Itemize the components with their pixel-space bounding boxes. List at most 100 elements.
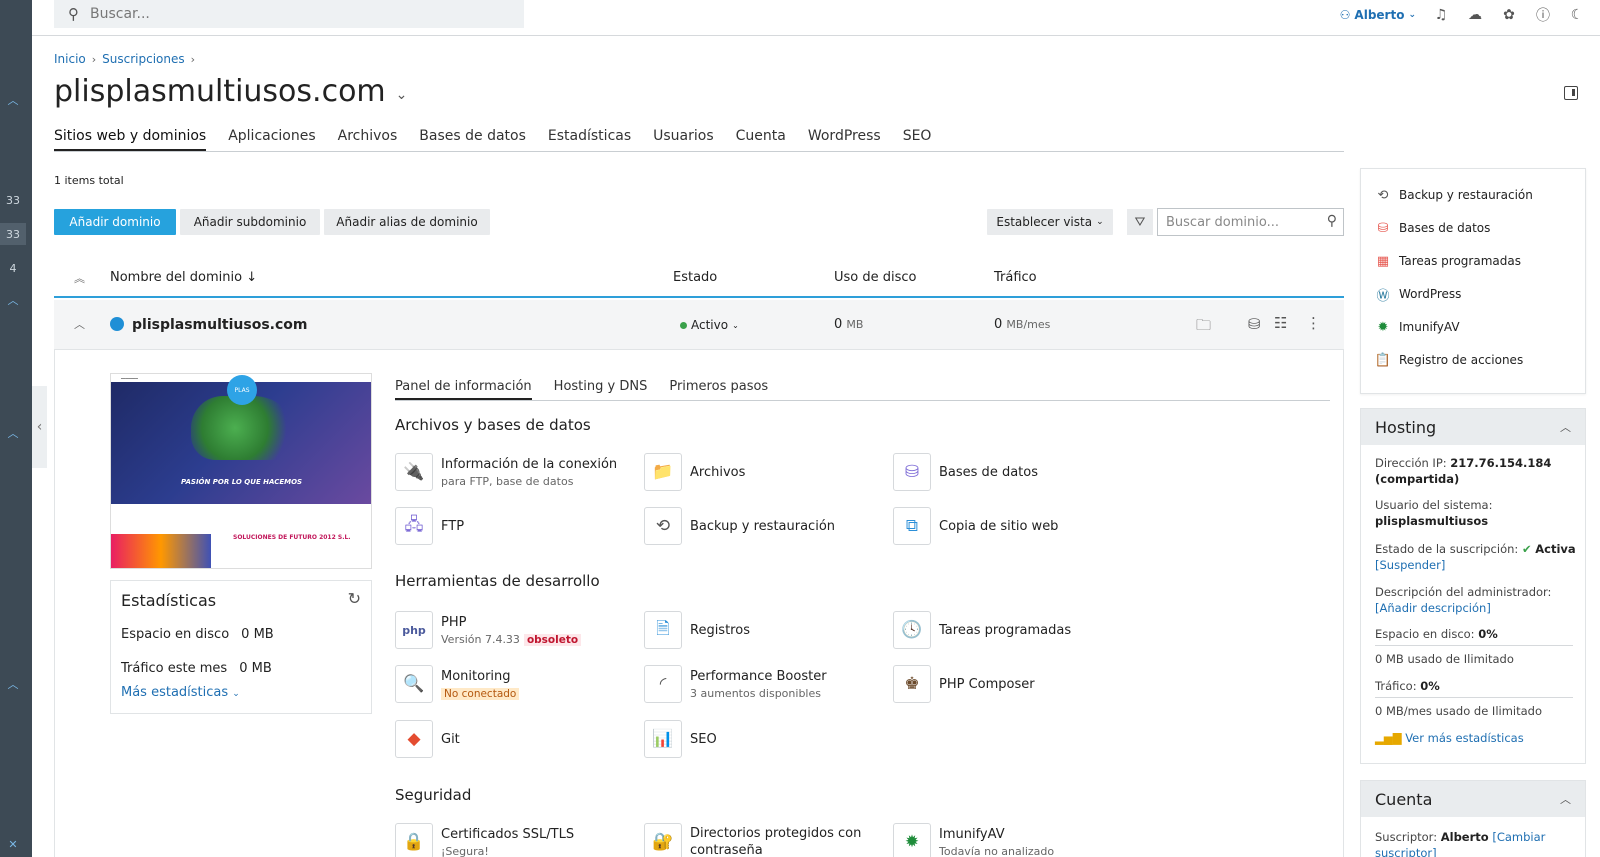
database-icon[interactable]: ⛁	[1248, 315, 1261, 333]
chevron-up-icon[interactable]: ︿	[0, 89, 26, 111]
sysuser-label: Usuario del sistema:	[1375, 498, 1493, 512]
collapse-sidebar-tab[interactable]: ‹	[32, 386, 47, 468]
dark-mode-icon[interactable]: ☾	[1568, 7, 1586, 23]
tab-wordpress[interactable]: WordPress	[808, 128, 881, 151]
chevron-right-icon: ›	[190, 52, 196, 66]
close-icon[interactable]: ✕	[0, 833, 26, 855]
imunifyav-tool[interactable]: ✹ ImunifyAV Todavía no analizado	[893, 823, 1054, 857]
tab-databases[interactable]: Bases de datos	[419, 128, 526, 151]
leftbar-counter[interactable]: 4	[0, 257, 26, 279]
settings-sliders-icon[interactable]: ☷	[1274, 314, 1287, 332]
copy-icon: ⧉	[893, 507, 931, 545]
column-traffic[interactable]: Tráfico	[994, 270, 1037, 285]
set-view-button[interactable]: Establecer vista ⌄	[987, 209, 1113, 235]
git-icon: ◆	[395, 720, 433, 758]
table-row: ︿ plisplasmultiusos.com Activo ⌄ 0 MB 0 …	[54, 300, 1344, 350]
cloud-icon[interactable]: ☁	[1466, 7, 1484, 23]
help-icon[interactable]: ⓘ	[1534, 5, 1552, 25]
quick-link-scheduled-tasks[interactable]: ▦ Tareas programadas	[1375, 253, 1521, 269]
chevron-up-icon[interactable]: ︿	[74, 316, 85, 332]
more-stats-label: Ver más estadísticas	[1405, 731, 1524, 745]
quick-link-backup[interactable]: ⟲ Backup y restauración	[1375, 187, 1533, 203]
global-search-input[interactable]: ⚲ Buscar...	[54, 0, 524, 28]
toggle-side-panel-icon[interactable]	[1564, 86, 1578, 100]
chevron-up-icon[interactable]: ︿	[0, 289, 26, 311]
monitoring-tool[interactable]: 🔍 Monitoring No conectado	[395, 665, 520, 705]
column-domain-name[interactable]: Nombre del dominio ↓	[110, 270, 257, 285]
protected-dirs-tool[interactable]: 🔐 Directorios protegidos con contraseña	[644, 823, 865, 857]
tool-sub: Versión 7.4.33	[441, 632, 520, 646]
hosting-ip: Dirección IP: 217.76.154.184 (compartida…	[1375, 455, 1551, 487]
performance-booster-tool[interactable]: ◜ Performance Booster 3 aumentos disponib…	[644, 665, 827, 705]
locked-folder-icon: 🔐	[644, 823, 682, 857]
scheduled-tasks-tool[interactable]: 🕓 Tareas programadas	[893, 611, 1071, 651]
refresh-icon[interactable]: ↻	[348, 589, 361, 608]
tab-info-panel[interactable]: Panel de información	[395, 379, 532, 400]
breadcrumb-home[interactable]: Inicio	[54, 52, 86, 66]
column-status[interactable]: Estado	[673, 270, 717, 285]
seo-tool[interactable]: 📊 SEO	[644, 720, 717, 760]
tool-name: Registros	[690, 622, 750, 638]
backup-tool[interactable]: ⟲ Backup y restauración	[644, 507, 835, 547]
quick-link-wordpress[interactable]: Ⓦ WordPress	[1375, 286, 1461, 304]
website-preview[interactable]: ━━━━━━━ PLAS PASIÓN POR LO QUE HACEMOS S…	[110, 373, 372, 569]
tab-applications[interactable]: Aplicaciones	[228, 128, 315, 151]
quick-link-imunifyav[interactable]: ✹ ImunifyAV	[1375, 319, 1460, 335]
leftbar-counter[interactable]: 33	[0, 189, 26, 211]
tab-websites-domains[interactable]: Sitios web y dominios	[54, 128, 207, 151]
add-description-link[interactable]: [Añadir descripción]	[1375, 601, 1491, 615]
tab-files[interactable]: Archivos	[338, 128, 398, 151]
page-title[interactable]: plisplasmultiusos.com ⌄	[54, 74, 407, 109]
stats-traffic: Tráfico este mes 0 MB	[121, 661, 272, 676]
php-composer-tool[interactable]: ♚ PHP Composer	[893, 665, 1035, 705]
notifications-icon[interactable]: ♫	[1432, 7, 1450, 23]
breadcrumb-subscriptions[interactable]: Suscripciones	[102, 52, 184, 66]
tool-sub: 3 aumentos disponibles	[690, 686, 821, 700]
extensions-icon[interactable]: ✿	[1500, 7, 1518, 23]
tab-getting-started[interactable]: Primeros pasos	[669, 379, 768, 400]
databases-tool[interactable]: ⛁ Bases de datos	[893, 453, 1038, 493]
column-disk-usage[interactable]: Uso de disco	[834, 270, 917, 285]
add-domain-button[interactable]: Añadir dominio	[54, 209, 176, 235]
quick-link-action-log[interactable]: 📋 Registro de acciones	[1375, 352, 1523, 368]
quick-link-databases[interactable]: ⛁ Bases de datos	[1375, 220, 1491, 236]
git-tool[interactable]: ◆ Git	[395, 720, 460, 760]
more-stats-link[interactable]: Más estadísticas ⌄	[121, 685, 240, 700]
user-menu[interactable]: ⚇ Alberto ⌄	[1340, 8, 1416, 22]
more-menu-icon[interactable]: ⋮	[1306, 314, 1321, 332]
ftp-tool[interactable]: 🖧 FTP	[395, 507, 464, 547]
folder-icon[interactable]: 🗀	[1196, 315, 1211, 340]
tab-account[interactable]: Cuenta	[736, 128, 786, 151]
connection-info-tool[interactable]: 🔌 Información de la conexión para FTP, ba…	[395, 453, 617, 493]
suspend-link[interactable]: [Suspender]	[1375, 558, 1445, 572]
hosting-panel-header[interactable]: Hosting ︿	[1361, 409, 1585, 445]
leftbar-counter[interactable]: 33	[0, 223, 26, 245]
tab-hosting-dns[interactable]: Hosting y DNS	[554, 379, 648, 400]
domain-search-input[interactable]: Buscar dominio... ⚲	[1157, 208, 1344, 236]
copy-site-tool[interactable]: ⧉ Copia de sitio web	[893, 507, 1058, 547]
tab-seo[interactable]: SEO	[903, 128, 932, 151]
main-tabs: Sitios web y dominios Aplicaciones Archi…	[54, 128, 1344, 152]
collapse-all-icon[interactable]: ︽	[74, 270, 85, 286]
more-stats-link[interactable]: ▂▅▇ Ver más estadísticas	[1375, 730, 1524, 746]
account-panel-header[interactable]: Cuenta ︿	[1361, 781, 1585, 817]
database-icon: ⛁	[1377, 220, 1389, 236]
domain-status[interactable]: Activo ⌄	[680, 318, 739, 332]
ssl-tool[interactable]: 🔒 Certificados SSL/TLS ¡Segura!	[395, 823, 574, 857]
php-tool[interactable]: php PHP Versión 7.4.33 obsoleto	[395, 611, 582, 651]
domain-name[interactable]: plisplasmultiusos.com	[132, 317, 307, 333]
files-tool[interactable]: 📁 Archivos	[644, 453, 745, 493]
add-domain-alias-button[interactable]: Añadir alias de dominio	[324, 209, 490, 235]
stats-disk: Espacio en disco 0 MB	[121, 627, 274, 642]
user-name: Alberto	[1354, 8, 1405, 22]
chevron-up-icon[interactable]: ︿	[0, 422, 26, 444]
tab-users[interactable]: Usuarios	[653, 128, 714, 151]
add-subdomain-button[interactable]: Añadir subdominio	[180, 209, 320, 235]
search-icon: ⚲	[68, 5, 79, 23]
logs-tool[interactable]: 🗎 Registros	[644, 611, 750, 651]
chevron-up-icon: ︿	[1560, 421, 1571, 434]
filter-icon[interactable]: ⛛	[1127, 209, 1153, 235]
chevron-up-icon[interactable]: ︿	[0, 673, 26, 695]
top-bar: ⚲ Buscar... ⚇ Alberto ⌄ ♫ ☁ ✿ ⓘ ☾	[32, 0, 1600, 36]
tab-statistics[interactable]: Estadísticas	[548, 128, 631, 151]
